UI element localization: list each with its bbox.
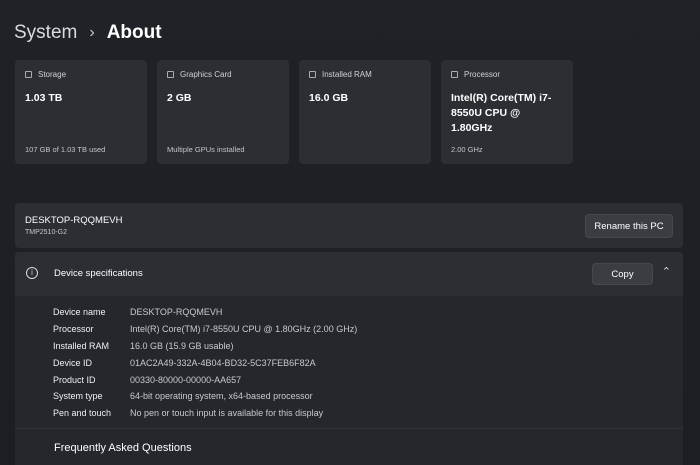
copy-button[interactable]: Copy — [592, 263, 653, 285]
spec-label: Device ID — [53, 357, 93, 368]
device-specifications-panel: i Device specifications Copy ⌃ Device na… — [15, 252, 683, 465]
spec-value: 16.0 GB (15.9 GB usable) — [130, 340, 234, 351]
summary-cards: Storage 1.03 TB 107 GB of 1.03 TB used G… — [15, 60, 573, 164]
storage-card-value: 1.03 TB — [25, 92, 63, 104]
spec-value: Intel(R) Core(TM) i7-8550U CPU @ 1.80GHz… — [130, 324, 358, 335]
spec-label: Processor — [53, 324, 94, 335]
spec-value: 00330-80000-00000-AA657 — [130, 374, 242, 385]
pc-name-panel: DESKTOP-RQQMEVH TMP2510-G2 Rename this P… — [15, 203, 683, 248]
chevron-up-icon[interactable]: ⌃ — [662, 265, 671, 278]
storage-card-sub: 107 GB of 1.03 TB used — [25, 145, 106, 154]
storage-card-header: Storage — [25, 70, 137, 79]
spec-row: Installed RAM 16.0 GB (15.9 GB usable) — [53, 338, 357, 355]
graphics-card-sub: Multiple GPUs installed — [167, 145, 245, 154]
rename-pc-button[interactable]: Rename this PC — [585, 214, 673, 238]
graphics-card-icon — [167, 71, 174, 78]
graphics-card-title: Graphics Card — [180, 70, 232, 79]
spec-label: Pen and touch — [53, 408, 112, 419]
ram-card-header: Installed RAM — [309, 70, 421, 79]
page-title: About — [106, 22, 162, 43]
spec-value: 64-bit operating system, x64-based proce… — [130, 391, 313, 402]
spec-row: Processor Intel(R) Core(TM) i7-8550U CPU… — [53, 321, 357, 338]
spec-row: Product ID 00330-80000-00000-AA657 — [53, 371, 357, 388]
ram-card-value: 16.0 GB — [309, 92, 349, 104]
storage-icon — [25, 71, 32, 78]
ram-card[interactable]: Installed RAM 16.0 GB — [299, 60, 431, 164]
storage-card-title: Storage — [38, 70, 67, 79]
ram-icon — [309, 71, 316, 78]
pc-model: TMP2510-G2 — [25, 229, 68, 236]
device-specifications-list: Device name DESKTOP-RQQMEVH Processor In… — [53, 304, 357, 422]
faq-heading[interactable]: Frequently Asked Questions — [54, 442, 192, 454]
spec-value: No pen or touch input is available for t… — [130, 408, 324, 419]
spec-row: System type 64-bit operating system, x64… — [53, 388, 357, 405]
processor-icon — [451, 71, 458, 78]
storage-card[interactable]: Storage 1.03 TB 107 GB of 1.03 TB used — [15, 60, 147, 164]
spec-label: Installed RAM — [53, 340, 110, 351]
processor-card[interactable]: Processor Intel(R) Core(TM) i7-8550U CPU… — [441, 60, 573, 164]
spec-row: Device ID 01AC2A49-332A-4B04-BD32-5C37FE… — [53, 354, 357, 371]
spec-label: Product ID — [53, 374, 96, 385]
breadcrumb: System › About — [14, 22, 162, 44]
spec-value: 01AC2A49-332A-4B04-BD32-5C37FEB6F82A — [130, 357, 316, 368]
graphics-card-card[interactable]: Graphics Card 2 GB Multiple GPUs install… — [157, 60, 289, 164]
divider — [15, 428, 683, 429]
about-page: System › About Storage 1.03 TB 107 GB of… — [0, 0, 700, 465]
processor-card-sub: 2.00 GHz — [451, 145, 483, 154]
spec-label: System type — [53, 391, 103, 402]
graphics-card-header: Graphics Card — [167, 70, 279, 79]
spec-row: Device name DESKTOP-RQQMEVH — [53, 304, 357, 321]
ram-card-title: Installed RAM — [322, 70, 372, 79]
pc-name: DESKTOP-RQQMEVH — [25, 215, 123, 226]
processor-card-header: Processor — [451, 70, 563, 79]
spec-label: Device name — [53, 307, 106, 318]
device-specifications-header[interactable]: i Device specifications Copy ⌃ — [15, 252, 683, 296]
graphics-card-value: 2 GB — [167, 92, 192, 104]
breadcrumb-parent[interactable]: System — [14, 22, 77, 44]
spec-row: Pen and touch No pen or touch input is a… — [53, 405, 357, 422]
info-icon: i — [26, 267, 38, 279]
processor-card-title: Processor — [464, 70, 501, 79]
spec-value: DESKTOP-RQQMEVH — [130, 307, 223, 318]
device-specifications-title: Device specifications — [54, 268, 143, 279]
processor-card-value: Intel(R) Core(TM) i7-8550U CPU @ 1.80GHz — [451, 92, 552, 134]
chevron-right-icon: › — [89, 24, 95, 41]
